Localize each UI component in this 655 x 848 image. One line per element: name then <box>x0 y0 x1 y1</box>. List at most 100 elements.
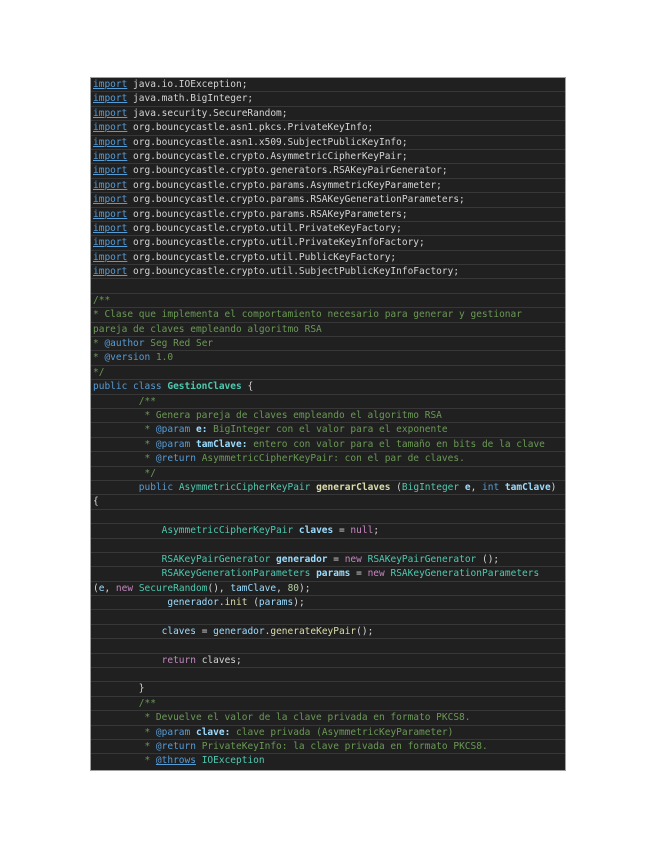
code-line: import org.bouncycastle.crypto.util.Priv… <box>91 236 565 251</box>
code-line: /** <box>91 697 565 712</box>
code-line: import org.bouncycastle.crypto.params.RS… <box>91 193 565 208</box>
code-token-kw: @param <box>155 438 191 450</box>
code-token-plain: ; <box>373 525 380 537</box>
code-token-type: RSAKeyGenerationParameters <box>161 568 317 580</box>
code-line: * @param clave: clave privada (Asymmetri… <box>91 726 565 740</box>
code-line: import java.security.SecureRandom; <box>91 107 565 122</box>
code-token-type: RSAKeyPairGenerator <box>367 553 477 565</box>
code-token-plain: java.io.IOException; <box>127 79 248 90</box>
pdf-page: import java.io.IOException; import java.m… <box>0 0 655 848</box>
code-token-plain: ) <box>550 481 557 493</box>
code-token-type: SecureRandom <box>138 582 208 594</box>
code-token-comment: * <box>93 338 105 350</box>
code-token-comment: AsymmetricCipherKeyPair: con el par de c… <box>195 453 465 465</box>
code-token-plain: (); <box>476 553 500 565</box>
code-token-var: e: <box>195 424 208 436</box>
code-line: (e, new SecureRandom(), tamClave, 80); <box>91 582 565 597</box>
code-token-plain: { <box>241 381 254 393</box>
code-token-plain: (); <box>356 625 374 637</box>
code-token-comment: pareja de claves empleando algoritmo RSA <box>93 323 322 335</box>
code-line: * Genera pareja de claves empleando el a… <box>91 409 565 424</box>
code-line <box>91 610 565 625</box>
code-token-type: AsymmetricCipherKeyPair <box>178 481 317 493</box>
code-token-comment: 1.0 <box>150 352 174 364</box>
code-token-plain: java.security.SecureRandom; <box>127 107 288 119</box>
code-token-type: RSAKeyPairGenerator <box>161 553 277 565</box>
code-line: claves = generador.generateKeyPair(); <box>91 625 565 640</box>
code-token-ctrl: new <box>115 582 134 594</box>
code-token-num: 80 <box>287 582 300 594</box>
code-line: * @param e: BigInteger con el valor para… <box>91 423 565 438</box>
code-token-comment: PrivateKeyInfo: la clave privada en form… <box>195 740 488 752</box>
code-token-var: tamClave <box>504 481 551 493</box>
code-token-comment: * <box>93 424 156 436</box>
code-token-kw: import <box>93 165 128 177</box>
code-line <box>91 539 565 553</box>
code-token-var: tamClave: <box>195 438 248 450</box>
code-line: import org.bouncycastle.crypto.params.As… <box>91 179 565 194</box>
code-token-kw: import <box>93 107 128 119</box>
code-token-plain: org.bouncycastle.crypto.params.RSAKeyPar… <box>127 208 408 220</box>
code-line: } <box>91 682 565 697</box>
code-token-kw: public class <box>93 381 168 393</box>
code-token-var: tamClave <box>230 582 277 594</box>
code-token-plain: java.math.BigInteger; <box>127 93 254 105</box>
code-line: * @throws IOException <box>91 754 565 768</box>
code-token-var: claves <box>161 625 196 637</box>
code-token-kw: @param <box>155 726 191 738</box>
code-line: import org.bouncycastle.crypto.generator… <box>91 164 565 179</box>
code-token-kw: @author <box>104 338 145 350</box>
code-token-kw: @return <box>155 453 196 465</box>
code-token-comment: * Devuelve el valor de la clave privada … <box>93 712 471 724</box>
code-line: import org.bouncycastle.crypto.params.RS… <box>91 208 565 222</box>
code-line: import org.bouncycastle.crypto.util.Subj… <box>91 265 565 280</box>
code-token-plain: org.bouncycastle.crypto.AsymmetricCipher… <box>127 150 408 162</box>
code-token-comment: entero con valor para el tamaño en bits … <box>247 438 545 450</box>
code-line: RSAKeyPairGenerator generador = new RSAK… <box>91 553 565 568</box>
code-token-kw: import <box>93 136 128 148</box>
code-line: generador.init (params); <box>91 596 565 611</box>
code-token-comment: Seg Red Ser <box>144 338 214 350</box>
code-token-type: AsymmetricCipherKeyPair <box>161 525 299 537</box>
code-token-var: generador <box>276 553 328 565</box>
code-line: { <box>91 495 565 510</box>
code-line: * @version 1.0 <box>91 351 565 366</box>
code-line: AsymmetricCipherKeyPair claves = null; <box>91 524 565 539</box>
code-line: import java.io.IOException; <box>91 78 565 93</box>
code-line: import org.bouncycastle.crypto.util.Priv… <box>91 222 565 237</box>
code-token-plain: claves; <box>195 654 242 666</box>
code-token-kw: import <box>93 208 128 220</box>
code-line: * Clase que implementa el comportamiento… <box>91 308 565 323</box>
code-token-comment: * <box>93 740 156 752</box>
code-line: public AsymmetricCipherKeyPair generarCl… <box>91 481 565 496</box>
code-token-plain: org.bouncycastle.crypto.util.PrivateKeyI… <box>127 237 425 249</box>
code-token-kw: @version <box>104 352 151 364</box>
code-token-kw: import <box>93 79 128 90</box>
code-token-kw: import <box>93 179 128 191</box>
code-line: public class GestionClaves { <box>91 380 565 395</box>
code-line: * @return PrivateKeyInfo: la clave priva… <box>91 740 565 755</box>
code-line: import org.bouncycastle.asn1.pkcs.Privat… <box>91 121 565 136</box>
code-token-ctrl: new <box>367 568 385 580</box>
code-line: import org.bouncycastle.crypto.util.Publ… <box>91 251 565 266</box>
code-line: * Devuelve el valor de la clave privada … <box>91 711 565 726</box>
code-token-comment: * <box>93 453 156 465</box>
code-token-plain: = <box>333 525 351 537</box>
code-line: * @param tamClave: entero con valor para… <box>91 438 565 453</box>
code-token-plain: , <box>276 582 288 594</box>
code-line <box>91 639 565 654</box>
code-token-plain: , <box>104 582 116 594</box>
code-line <box>91 510 565 525</box>
code-token-plain: ( <box>390 481 402 493</box>
code-token-plain: org.bouncycastle.crypto.util.SubjectPubl… <box>127 266 460 278</box>
code-token-ctrl: new <box>344 553 362 565</box>
code-token-plain: org.bouncycastle.crypto.params.Asymmetri… <box>127 179 442 191</box>
code-token-var: params <box>316 568 351 580</box>
code-token-ctrl: null <box>350 525 374 537</box>
code-token-plain: = <box>327 553 345 565</box>
code-token-comment: * <box>93 438 156 450</box>
